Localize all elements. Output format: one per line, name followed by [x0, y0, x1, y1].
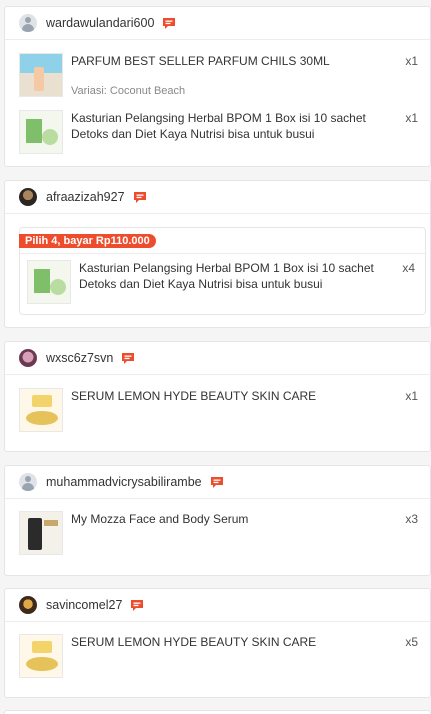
product-thumbnail[interactable] — [19, 53, 63, 97]
order-item[interactable]: Kasturian Pelangsing Herbal BPOM 1 Box i… — [5, 110, 401, 154]
product-title[interactable]: Kasturian Pelangsing Herbal BPOM 1 Box i… — [71, 110, 401, 154]
product-thumbnail[interactable] — [27, 260, 71, 304]
order-header: savincomel27 — [5, 589, 430, 622]
order-card: muhammadvicrysabilirambe My Mozza Face a… — [4, 465, 431, 576]
product-variant: Variasi: Coconut Beach — [71, 85, 186, 97]
product-quantity: x5 — [405, 635, 418, 649]
chat-icon[interactable] — [210, 476, 224, 489]
chat-icon[interactable] — [133, 191, 147, 204]
order-card: wardawulandari600 PARFUM BEST SELLER PAR… — [4, 6, 431, 167]
order-card-partial — [4, 710, 431, 714]
order-card: wxsc6z7svn SERUM LEMON HYDE BEAUTY SKIN … — [4, 341, 431, 452]
order-item[interactable]: My Mozza Face and Body Serum — [5, 511, 401, 555]
avatar[interactable] — [19, 596, 37, 614]
avatar[interactable] — [19, 473, 37, 491]
buyer-username[interactable]: afraazizah927 — [46, 190, 125, 204]
product-title[interactable]: SERUM LEMON HYDE BEAUTY SKIN CARE — [71, 388, 401, 432]
product-thumbnail[interactable] — [19, 110, 63, 154]
chat-icon[interactable] — [162, 17, 176, 30]
product-quantity: x1 — [405, 111, 418, 125]
bundle-deal-box: Pilih 4, bayar Rp110.000 Kasturian Pelan… — [19, 227, 426, 315]
order-item[interactable]: SERUM LEMON HYDE BEAUTY SKIN CARE — [5, 634, 401, 678]
avatar[interactable] — [19, 188, 37, 206]
chat-icon[interactable] — [121, 352, 135, 365]
order-header: muhammadvicrysabilirambe — [5, 466, 430, 499]
order-item[interactable]: PARFUM BEST SELLER PARFUM CHILS 30ML — [5, 53, 401, 97]
chat-icon[interactable] — [130, 599, 144, 612]
buyer-username[interactable]: savincomel27 — [46, 598, 122, 612]
order-card: afraazizah927 Pilih 4, bayar Rp110.000 K… — [4, 180, 431, 328]
buyer-username[interactable]: muhammadvicrysabilirambe — [46, 475, 202, 489]
buyer-username[interactable]: wardawulandari600 — [46, 16, 154, 30]
product-title[interactable]: Kasturian Pelangsing Herbal BPOM 1 Box i… — [79, 260, 401, 304]
order-header: afraazizah927 — [5, 181, 430, 214]
product-title[interactable]: SERUM LEMON HYDE BEAUTY SKIN CARE — [71, 634, 401, 678]
product-thumbnail[interactable] — [19, 634, 63, 678]
product-thumbnail[interactable] — [19, 511, 63, 555]
order-card: savincomel27 SERUM LEMON HYDE BEAUTY SKI… — [4, 588, 431, 698]
order-header: wardawulandari600 — [5, 7, 430, 40]
product-quantity: x1 — [405, 54, 418, 68]
product-title[interactable]: My Mozza Face and Body Serum — [71, 511, 401, 555]
buyer-username[interactable]: wxsc6z7svn — [46, 351, 113, 365]
order-item[interactable]: SERUM LEMON HYDE BEAUTY SKIN CARE — [5, 388, 401, 432]
product-quantity: x3 — [405, 512, 418, 526]
order-item[interactable]: Kasturian Pelangsing Herbal BPOM 1 Box i… — [20, 260, 401, 304]
order-header: wxsc6z7svn — [5, 342, 430, 375]
avatar[interactable] — [19, 349, 37, 367]
divider — [20, 253, 425, 254]
avatar[interactable] — [19, 14, 37, 32]
product-quantity: x1 — [405, 389, 418, 403]
product-quantity: x4 — [402, 261, 415, 275]
product-thumbnail[interactable] — [19, 388, 63, 432]
bundle-deal-badge[interactable]: Pilih 4, bayar Rp110.000 — [19, 234, 156, 248]
